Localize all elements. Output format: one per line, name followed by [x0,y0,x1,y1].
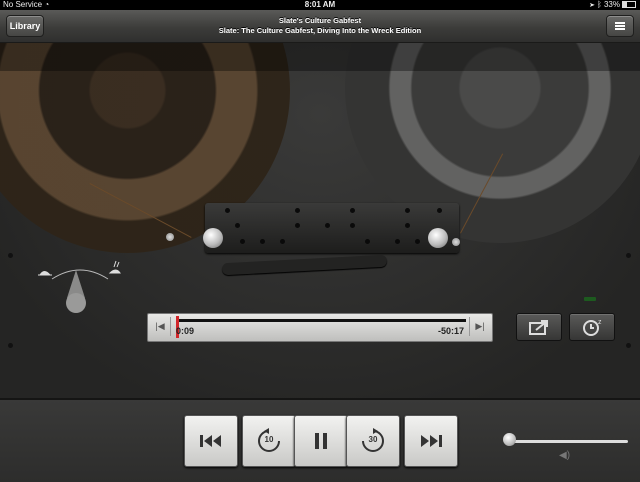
clock: 8:01 AM [304,0,336,9]
status-led [584,297,596,301]
list-icon [615,22,625,30]
skip-forward-label: 30 [368,435,378,444]
turtle-icon [38,271,52,276]
battery-percent: 33% [603,0,620,9]
speaker-icon: ◀) [559,450,571,461]
pause-button[interactable] [294,415,348,467]
left-roller [203,228,223,248]
status-right: ➤ ᛒ 33% [590,0,636,10]
scrub-track[interactable] [176,319,466,322]
tape-deck [0,43,640,398]
scrub-back-button[interactable]: |◀ [150,317,171,336]
svg-text:z: z [598,319,602,326]
location-icon: ➤ [589,0,595,9]
share-icon [529,320,548,335]
share-button[interactable] [516,313,562,341]
right-roller [428,228,448,248]
scrubber[interactable]: |◀ 0:09 -50:17 ▶| [147,313,493,342]
scrub-forward-button[interactable]: ▶| [469,317,490,336]
control-bar: 10 30 ◀) [0,398,640,482]
rewind-button[interactable] [184,415,238,467]
volume-knob[interactable] [503,433,516,446]
rabbit-icon [108,260,121,274]
sleep-timer-button[interactable]: z [569,313,615,341]
fast-forward-icon [421,435,442,447]
rewind-icon [200,435,221,447]
battery-icon [622,1,636,9]
skip-back-label: 10 [264,435,274,444]
right-screw [452,238,460,246]
podcast-title: Slate's Culture Gabfest [278,16,362,25]
skip-forward-button[interactable]: 30 [346,415,400,467]
sleep-timer-icon: z [583,319,602,336]
now-playing-title: Slate's Culture Gabfest Slate: The Cultu… [0,16,640,36]
volume-slider[interactable] [507,440,628,443]
pause-icon [315,433,327,449]
tension-arm [221,254,388,276]
episode-list-button[interactable] [606,15,634,37]
nav-bar: Library Slate's Culture Gabfest Slate: T… [0,10,640,43]
elapsed-time: 0:09 [176,326,195,336]
fast-forward-button[interactable] [404,415,458,467]
deck-cover [0,43,640,71]
remaining-time: -50:17 [437,326,464,336]
status-bar: No Service ◔ 8:01 AM ➤ ᛒ 33% [0,0,640,10]
speed-knob[interactable] [64,270,88,315]
left-screw [166,233,174,241]
tape-head [205,203,459,253]
bluetooth-icon: ᛒ [596,0,602,9]
episode-title: Slate: The Culture Gabfest, Diving Into … [218,26,422,35]
skip-back-button[interactable]: 10 [242,415,296,467]
